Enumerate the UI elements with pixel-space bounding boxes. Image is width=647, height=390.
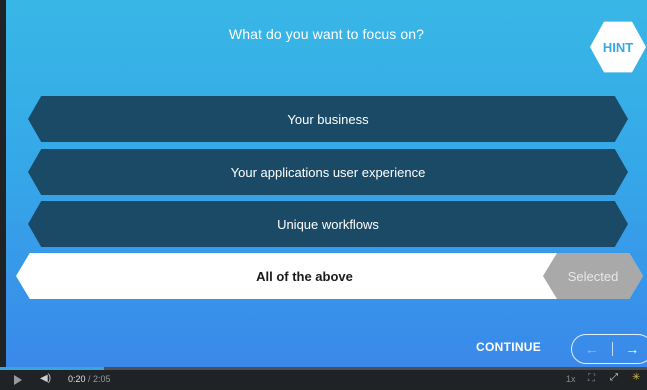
selected-badge: Selected xyxy=(543,253,643,299)
option-label: Your business xyxy=(287,111,369,127)
current-time: 0:20 xyxy=(68,374,86,384)
nav-pill: ← → xyxy=(571,334,647,364)
question-title: What do you want to focus on? xyxy=(228,26,425,42)
option-label: Your applications user experience xyxy=(230,164,426,180)
volume-icon[interactable]: ◀) xyxy=(40,373,51,384)
next-arrow-icon[interactable]: → xyxy=(613,341,647,357)
time-display: 0:20 / 2:05 xyxy=(68,374,111,384)
prev-arrow-icon[interactable]: ← xyxy=(572,341,612,357)
loading-icon: ✳ xyxy=(632,372,641,383)
play-icon[interactable] xyxy=(14,375,22,385)
option-your-business[interactable]: Your business xyxy=(28,96,628,142)
option-unique-workflows[interactable]: Unique workflows xyxy=(28,201,628,247)
fullscreen-icon[interactable]: ⤢ xyxy=(610,372,618,383)
option-label: Unique workflows xyxy=(277,216,379,232)
playback-speed-button[interactable]: 1x xyxy=(566,374,576,384)
quiz-stage: What do you want to focus on? HINT Your … xyxy=(6,0,647,370)
option-user-experience[interactable]: Your applications user experience xyxy=(28,149,628,195)
continue-button[interactable]: CONTINUE xyxy=(476,340,541,354)
duration: / 2:05 xyxy=(88,374,111,384)
option-all-of-the-above[interactable]: All of the above Selected xyxy=(16,253,643,299)
player-controls: ◀) 0:20 / 2:05 1x ⛶ ⤢ ✳ xyxy=(0,370,647,390)
expand-icon[interactable]: ⛶ xyxy=(588,373,595,384)
